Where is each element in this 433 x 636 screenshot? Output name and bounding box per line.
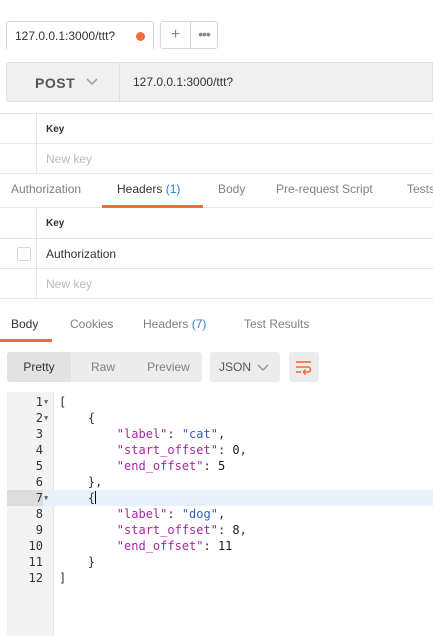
response-headers-count: (7) <box>191 317 207 331</box>
header-row: Authorization <box>0 239 433 269</box>
response-tab-body[interactable]: Body <box>11 317 38 331</box>
header-enable-checkbox[interactable] <box>17 247 31 261</box>
tab-actions: + ••• <box>160 21 218 49</box>
headers-new-row: New key <box>0 269 433 299</box>
code-line: 11 } <box>28 555 96 569</box>
code-line: 4 "start_offset": 0, <box>35 443 247 457</box>
request-tab-label: 127.0.0.1:3000/ttt? <box>15 29 116 43</box>
active-response-tab-indicator <box>0 339 52 342</box>
tab-headers[interactable]: Headers (1) <box>117 182 180 196</box>
code-line-active: 7 ▼ { <box>7 490 433 506</box>
params-new-key-input[interactable]: New key <box>46 152 92 166</box>
response-tab-headers[interactable]: Headers (7) <box>143 317 206 331</box>
chevron-down-icon <box>86 78 98 86</box>
code-line: 3 "label": "cat", <box>35 427 226 441</box>
unsaved-changes-dot <box>136 32 145 41</box>
wrap-lines-button[interactable] <box>289 352 319 382</box>
header-key-value[interactable]: Authorization <box>46 247 116 261</box>
code-line: 2 ▼ { <box>35 410 96 426</box>
response-tab-cookies[interactable]: Cookies <box>70 317 113 331</box>
method-select[interactable]: POST <box>6 62 120 102</box>
request-tabs: Authorization Headers (1) Body Pre-reque… <box>0 174 433 208</box>
response-tabs: Body Cookies Headers (7) Test Results <box>0 308 433 342</box>
new-tab-button[interactable]: + <box>161 22 191 48</box>
view-mode-pretty[interactable]: Pretty <box>7 352 71 382</box>
tab-pre-request-script[interactable]: Pre-request Script <box>276 182 373 196</box>
request-tab-strip: 127.0.0.1:3000/ttt? + ••• <box>0 0 433 52</box>
headers-new-key-input[interactable]: New key <box>46 277 92 291</box>
code-line: 12 ] <box>28 571 67 585</box>
active-tab-indicator <box>102 205 203 208</box>
view-mode-segment: Pretty Raw Preview <box>7 352 202 382</box>
view-mode-preview[interactable]: Preview <box>135 352 202 382</box>
more-tabs-button[interactable]: ••• <box>190 22 218 48</box>
method-label: POST <box>35 75 76 91</box>
response-body-editor[interactable]: 1 ▼ [ 2 ▼ { 3 "label": "cat", 4 "start_o… <box>7 392 433 636</box>
request-tab[interactable]: 127.0.0.1:3000/ttt? <box>6 21 154 49</box>
params-key-header: Key <box>46 124 65 135</box>
code-line: 8 "label": "dog", <box>35 507 226 521</box>
code-line: 1 ▼ [ <box>35 394 67 410</box>
wrap-lines-icon <box>296 361 312 375</box>
code-line: 9 "start_offset": 8, <box>35 523 247 537</box>
headers-header-row: Key <box>0 209 433 239</box>
text-cursor <box>95 491 97 504</box>
view-mode-raw[interactable]: Raw <box>71 352 135 382</box>
headers-key-header: Key <box>46 218 65 229</box>
fold-arrow-icon[interactable]: ▼ <box>44 410 48 426</box>
headers-count: (1) <box>165 182 181 196</box>
url-input[interactable]: 127.0.0.1:3000/ttt? <box>120 62 433 102</box>
format-select[interactable]: JSON <box>210 352 280 382</box>
tab-body[interactable]: Body <box>218 182 245 196</box>
tab-authorization[interactable]: Authorization <box>11 182 81 196</box>
response-tab-test-results[interactable]: Test Results <box>244 317 309 331</box>
code-line: 6 }, <box>35 475 103 489</box>
fold-arrow-icon[interactable]: ▼ <box>44 490 48 506</box>
chevron-down-icon <box>257 364 269 372</box>
format-label: JSON <box>219 360 252 374</box>
params-new-row: New key <box>0 144 433 174</box>
params-header-row: Key <box>0 113 433 144</box>
url-text: 127.0.0.1:3000/ttt? <box>133 75 234 89</box>
code-line: 10 "end_offset": 11 <box>28 539 233 553</box>
code-line: 5 "end_offset": 5 <box>35 459 226 473</box>
tab-tests[interactable]: Tests <box>407 182 433 196</box>
fold-arrow-icon[interactable]: ▼ <box>44 394 48 410</box>
